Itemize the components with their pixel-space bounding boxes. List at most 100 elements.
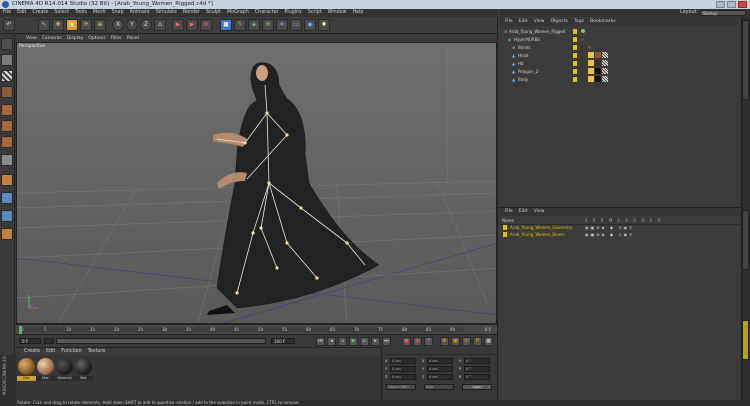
go-to-end-icon[interactable]: ⏭ [382,337,391,346]
weight-tag-icon[interactable] [588,76,594,82]
material-tag-icon[interactable] [595,52,601,58]
rotation-p-field[interactable]: 0 ° [464,366,490,372]
menu-sculpt[interactable]: Sculpt [206,9,221,17]
objects-menu-objects[interactable]: Objects [551,18,568,26]
deformer-icon[interactable]: ❖ [276,19,288,31]
layers-menu-edit[interactable]: Edit [519,208,528,216]
object-row[interactable]: ▲ Hit [500,60,740,68]
next-frame-icon[interactable]: ▹ [360,337,369,346]
minimize-button[interactable] [716,1,725,8]
render-settings-icon[interactable]: ⚙ [200,19,212,31]
end-frame-field[interactable]: 100 F [271,338,295,344]
size-mode-dropdown[interactable]: Size [424,384,454,390]
material-tag-icon[interactable] [595,60,601,66]
object-row[interactable]: ▲ Polygon_2 [500,68,740,76]
object-row[interactable]: ▲ Head [500,52,740,60]
polygons-mode-icon[interactable] [1,136,13,148]
snapping-icon[interactable] [1,192,13,204]
workplane-snap-icon[interactable] [1,210,13,222]
layer-row[interactable]: Arab_Young_Women_Bones ◉▣⊕◈ ◆ ⊙◉⚲ [500,231,740,239]
make-editable-icon[interactable] [1,38,13,50]
menu-create[interactable]: Create [32,9,48,17]
rotation-b-field[interactable]: 0 ° [464,374,490,380]
viewport-menu-view[interactable]: View [26,35,37,42]
menu-character[interactable]: Character [255,9,279,17]
weight-tag-icon[interactable] [588,52,594,58]
timeline[interactable]: 0 5 10 15 20 25 30 35 40 45 50 55 60 65 … [16,324,497,334]
attributes-side-tab[interactable] [742,210,749,270]
timeline-ruler[interactable]: 0 5 10 15 20 25 30 35 40 45 50 55 60 65 … [18,327,464,333]
material-swatch[interactable] [37,358,54,375]
floor-icon[interactable]: ▭ [290,19,302,31]
model-mode-icon[interactable] [1,54,13,66]
objects-menu-bookmarks[interactable]: Bookmarks [590,18,616,26]
preview-range-slider[interactable] [56,338,266,344]
object-row[interactable]: ⊕ Bones ⚲ [500,44,740,52]
cube-icon[interactable]: ■ [220,19,232,31]
rotation-h-field[interactable]: 0 ° [464,358,490,364]
menu-script[interactable]: Script [308,9,322,17]
keyframe-selection-icon[interactable]: ? [424,337,433,346]
viewport-menu-cameras[interactable]: Cameras [42,35,62,42]
layer-flag-icons[interactable]: ◉▣⊕◈ ◆ ⊙◉⚲ [585,231,634,238]
current-frame-field[interactable]: 0 F [19,338,41,344]
timeline-layout-icon[interactable]: ▦ [484,337,493,346]
objects-menu-tags[interactable]: Tags [574,18,584,26]
uvw-tag-icon[interactable] [602,60,608,66]
material-menu-edit[interactable]: Edit [46,348,55,355]
menu-plugins[interactable]: Plugins [285,9,302,17]
menu-mesh[interactable]: Mesh [93,9,106,17]
viewport-menu-panel[interactable]: Panel [127,35,139,42]
texture-mode-icon[interactable] [1,70,13,82]
scale-icon[interactable]: ▣ [66,19,78,31]
material-swatch[interactable] [75,358,92,375]
size-x-field[interactable]: 0 cm [427,358,453,364]
material-tag-icon[interactable] [595,68,601,74]
lock-workplane-icon[interactable] [1,228,13,240]
live-selection-icon[interactable]: ↖ [38,19,50,31]
menu-edit[interactable]: Edit [17,9,26,17]
menu-help[interactable]: Help [353,9,364,17]
render-view-icon[interactable]: ▶ [172,19,184,31]
axis-mode-icon[interactable] [1,154,13,166]
layers-menu-view[interactable]: View [534,208,545,216]
layers-menu-file[interactable]: File [505,208,513,216]
material-swatch[interactable] [18,358,35,375]
material-tag-icon[interactable] [595,76,601,82]
layer-flag-icons[interactable]: ◉▣⊕◈ ◆ ⊙◉⚲ [585,224,634,231]
size-z-field[interactable]: 0 cm [427,374,453,380]
start-frame-field[interactable] [44,338,54,344]
size-y-field[interactable]: 0 cm [427,366,453,372]
visibility-dot[interactable] [581,29,585,33]
menu-window[interactable]: Window [328,9,347,17]
material-menu-create[interactable]: Create [24,348,40,355]
record-icon[interactable]: ● [402,337,411,346]
menu-file[interactable]: File [3,9,11,17]
perspective-viewport[interactable]: Perspective [16,42,497,324]
next-key-icon[interactable]: ▸ [371,337,380,346]
coordinate-mode-dropdown[interactable]: Object (Rel) [386,384,416,390]
layers-side-tab[interactable] [742,320,749,360]
previous-key-icon[interactable]: ◂ [327,337,336,346]
apply-button[interactable]: Apply [462,384,492,390]
recent-tools-icon[interactable]: ⊕ [94,19,106,31]
position-key-icon[interactable]: ✥ [440,337,449,346]
z-axis-icon[interactable]: Z [140,19,152,31]
position-x-field[interactable]: 0 cm [390,358,416,364]
layer-color-swatch[interactable] [503,225,507,230]
camera-icon[interactable]: ◉ [304,19,316,31]
objects-menu-edit[interactable]: Edit [519,18,528,26]
object-row[interactable]: ⊟ Arab_Young_Women_Rigged [500,28,740,36]
undo-icon[interactable]: ↶ [3,19,15,31]
objects-side-tab[interactable] [742,20,749,100]
menu-simulate[interactable]: Simulate [156,9,177,17]
position-y-field[interactable]: 0 cm [390,366,416,372]
viewport-menu-display[interactable]: Display [67,35,84,42]
menu-snap[interactable]: Snap [112,9,124,17]
ik-tag-icon[interactable]: ⚲ [588,44,591,51]
previous-frame-icon[interactable]: ◃ [338,337,347,346]
rotate-icon[interactable]: ⟳ [80,19,92,31]
edges-mode-icon[interactable] [1,120,13,132]
play-icon[interactable]: ▶ [349,337,358,346]
tweak-mode-icon[interactable] [1,174,13,186]
